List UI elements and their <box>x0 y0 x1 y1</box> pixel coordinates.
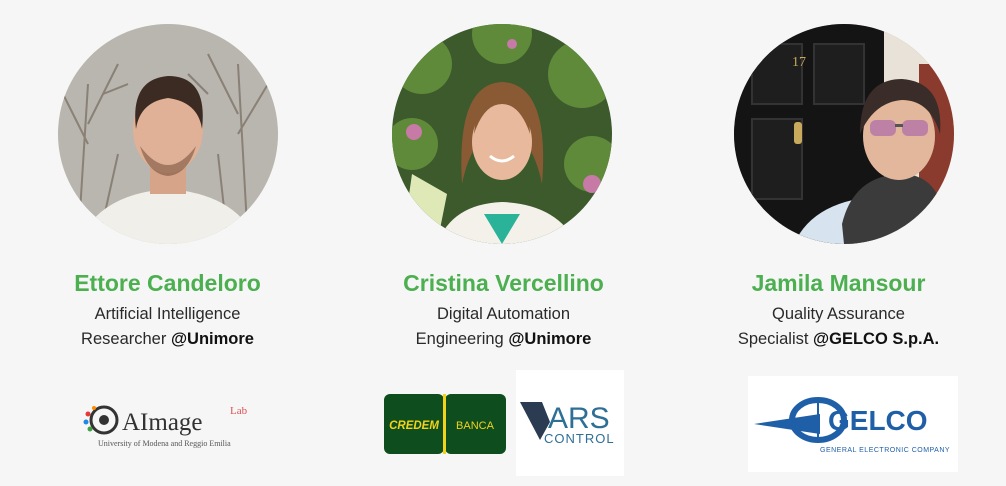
portrait-photo-1 <box>58 24 278 244</box>
person-role: Artificial Intelligence <box>94 305 241 323</box>
person-affiliation: @Unimore <box>170 330 254 348</box>
aimage-lab: Lab <box>230 405 248 417</box>
portrait-photo-3: 17 <box>734 24 954 244</box>
person-role: Quality Assurance <box>772 305 905 323</box>
gelco-swoosh-icon <box>754 414 820 434</box>
credem-text: CREDEM <box>389 420 439 432</box>
ars-control-logo: ARS CONTROL <box>516 370 624 476</box>
gelco-text: GELCO <box>828 405 928 436</box>
person-affiliation: @Unimore <box>508 330 592 348</box>
person-role-affiliation: Engineering @Unimore <box>336 330 671 349</box>
person-name: Jamila Mansour <box>751 270 926 296</box>
team-card-1: Ettore Candeloro Artificial Intelligence… <box>0 0 335 486</box>
credem-banca-logo: CREDEM BANCA <box>384 394 506 454</box>
person-role-affiliation: Specialist @GELCO S.p.A. <box>671 330 1006 349</box>
gelco-logo: GELCO GENERAL ELECTRONIC COMPANY <box>748 376 958 472</box>
person-role-suffix: Researcher <box>81 330 167 348</box>
gelco-tagline: GENERAL ELECTRONIC COMPANY <box>820 447 950 454</box>
banca-text: BANCA <box>456 420 495 432</box>
person-role-affiliation: Researcher @Unimore <box>0 330 335 349</box>
control-text: CONTROL <box>544 431 615 446</box>
aimage-brand: AImage <box>122 409 203 436</box>
person-name: Ettore Candeloro <box>74 270 261 296</box>
aimagelab-mark-icon <box>83 405 119 435</box>
aimagelab-logo: AImage Lab University of Modena and Regg… <box>82 400 252 452</box>
aimage-tagline: University of Modena and Reggio Emilia <box>98 439 231 448</box>
svg-text:17: 17 <box>792 55 806 70</box>
team-card-2: Cristina Vercellino Digital Automation E… <box>336 0 671 486</box>
team-card-3: 17 Jamila Mansour Quality Assurance Spec… <box>671 0 1006 486</box>
person-role: Digital Automation <box>437 305 570 323</box>
portrait-photo-2 <box>392 24 612 244</box>
person-role-suffix: Engineering <box>415 330 504 348</box>
person-name: Cristina Vercellino <box>403 270 604 296</box>
person-role-suffix: Specialist <box>737 330 809 348</box>
person-affiliation: @GELCO S.p.A. <box>813 330 940 348</box>
